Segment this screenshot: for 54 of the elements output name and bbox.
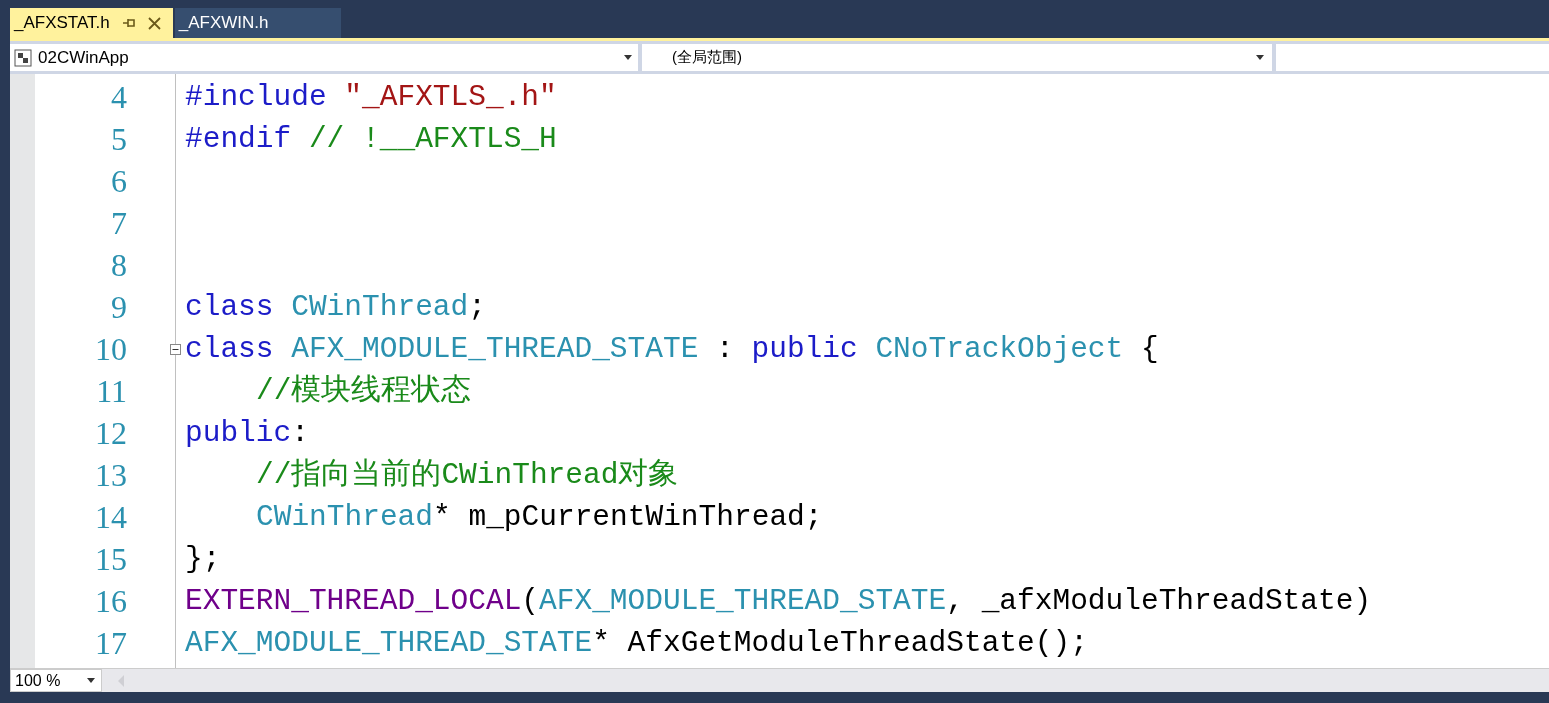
line-number: 16: [95, 583, 127, 619]
project-icon: [14, 48, 32, 67]
code-comment: //模块线程状态: [256, 374, 472, 408]
keyword: public: [185, 416, 292, 450]
scope-dropdown[interactable]: (全局范围): [642, 44, 1272, 71]
close-icon[interactable]: [147, 16, 161, 30]
zoom-dropdown[interactable]: 100 %: [10, 669, 102, 692]
line-number: 17: [95, 625, 127, 661]
line-number: 10: [95, 331, 127, 367]
keyword: class: [185, 290, 275, 324]
code-text: ;: [468, 290, 486, 324]
line-number: 4: [111, 79, 127, 115]
code-text: };: [185, 542, 221, 576]
type-name: CNoTrackObject: [875, 332, 1124, 366]
type-name: CWinThread: [291, 290, 469, 324]
pin-icon[interactable]: [121, 17, 136, 29]
code-text: * AfxGetModuleThreadState();: [592, 626, 1088, 660]
keyword: class: [185, 332, 275, 366]
collapse-icon[interactable]: [170, 343, 181, 355]
code-text: * m_pCurrentWinThread;: [433, 500, 823, 534]
type-name: AFX_MODULE_THREAD_STATE: [291, 332, 699, 366]
line-number: 7: [111, 205, 127, 241]
code-text: , _afxModuleThreadState): [946, 584, 1372, 618]
code-comment: //指向当前的CWinThread对象: [256, 458, 679, 492]
line-number: 13: [95, 457, 127, 493]
caret-icon: [87, 678, 95, 683]
code-text: :: [291, 416, 309, 450]
type-name: CWinThread: [256, 500, 434, 534]
keyword: #endif: [185, 122, 293, 156]
project-dropdown[interactable]: 02CWinApp: [10, 44, 638, 71]
code-text: {: [1139, 332, 1159, 366]
caret-icon: [1256, 55, 1264, 60]
caret-icon: [624, 55, 632, 60]
keyword: public: [751, 332, 859, 366]
line-number: 9: [111, 289, 127, 325]
project-name: 02CWinApp: [38, 46, 130, 69]
macro-name: EXTERN_THREAD_LOCAL: [185, 584, 522, 618]
line-number: 6: [111, 163, 127, 199]
code-text: :: [715, 332, 735, 366]
file-tab[interactable]: _AFXWIN.h: [174, 8, 341, 38]
file-tab[interactable]: _AFXSTAT.h: [10, 8, 173, 38]
code-text: (: [521, 584, 540, 618]
string-literal: "_AFXTLS_.h": [344, 80, 557, 114]
line-number: 5: [111, 121, 127, 157]
line-number: 8: [111, 247, 127, 283]
line-number: 15: [95, 541, 127, 577]
type-name: AFX_MODULE_THREAD_STATE: [539, 584, 947, 618]
code-comment: // !__AFXTLS_H: [308, 122, 557, 156]
scope-name: (全局范围): [672, 47, 743, 68]
line-number: 14: [95, 499, 127, 535]
keyword: #include: [185, 80, 328, 114]
line-number: 12: [95, 415, 127, 451]
line-number: 11: [96, 373, 127, 409]
type-name: AFX_MODULE_THREAD_STATE: [185, 626, 593, 660]
